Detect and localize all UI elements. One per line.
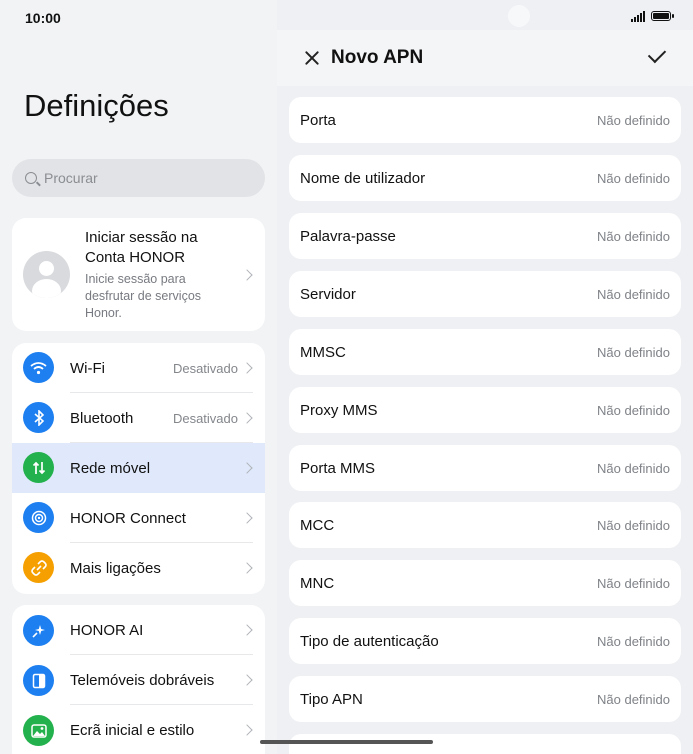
ai-sparkle-icon: [23, 615, 54, 646]
apn-field-label: Porta: [300, 111, 336, 129]
apn-field-label: Palavra-passe: [300, 227, 396, 245]
apn-field-value: Não definido: [597, 402, 670, 418]
settings-item-label: Telemóveis dobráveis: [70, 671, 215, 689]
settings-item-honor-ai[interactable]: HONOR AI: [12, 605, 265, 655]
settings-item-label: Ecrã inicial e estilo: [70, 721, 195, 739]
wifi-icon: [23, 352, 54, 383]
apn-field-value: Não definido: [597, 228, 670, 244]
search-input[interactable]: Procurar: [12, 159, 265, 197]
search-placeholder: Procurar: [44, 170, 98, 186]
apn-field-label: MCC: [300, 516, 335, 534]
apn-field-label: Proxy MMS: [300, 401, 378, 419]
settings-item-foldable-phones[interactable]: Telemóveis dobráveis: [12, 655, 265, 705]
apn-field-label: MMSC: [300, 343, 346, 361]
mobile-data-icon: [23, 452, 54, 483]
bluetooth-icon: [23, 402, 54, 433]
settings-item-label: Bluetooth: [70, 409, 134, 427]
settings-item-mobile-network[interactable]: Rede móvel: [12, 443, 265, 493]
apn-field-label: Servidor: [300, 285, 356, 303]
apn-field-value: Não definido: [597, 112, 670, 128]
apn-field-mmsc[interactable]: MMSC Não definido: [289, 329, 681, 375]
settings-item-label: Rede móvel: [70, 459, 151, 477]
status-time: 10:00: [25, 10, 61, 26]
signal-icon: [631, 10, 645, 22]
chevron-right-icon: [241, 412, 253, 424]
settings-item-wifi[interactable]: Wi-Fi Desativado: [12, 343, 265, 393]
apn-field-value: Não definido: [597, 517, 670, 533]
apn-field-value: Não definido: [597, 575, 670, 591]
apn-field-apn-type[interactable]: Tipo APN Não definido: [289, 676, 681, 722]
foldable-phone-icon: [23, 665, 54, 696]
settings-item-value: Desativado: [172, 360, 238, 376]
search-icon: [25, 172, 37, 184]
settings-item-label: HONOR Connect: [70, 509, 186, 527]
settings-item-label: Wi-Fi: [70, 359, 105, 377]
chevron-right-icon: [241, 462, 253, 474]
chevron-right-icon: [241, 362, 253, 374]
honor-connect-icon: [23, 502, 54, 533]
connectivity-group: Wi-Fi Desativado Bluetooth Desativado Re…: [12, 343, 265, 594]
chevron-right-icon: [241, 724, 253, 736]
settings-item-bluetooth[interactable]: Bluetooth Desativado: [12, 393, 265, 443]
apn-field-value: Não definido: [597, 286, 670, 302]
status-icons: [631, 10, 674, 22]
image-icon: [23, 715, 54, 746]
account-card[interactable]: Iniciar sessão na Conta HONOR Inicie ses…: [12, 218, 265, 331]
account-subtitle: Inicie sessão para desfrutar de serviços…: [85, 272, 202, 320]
battery-icon: [651, 11, 674, 21]
apn-field-partial[interactable]: [289, 734, 681, 754]
apn-field-port[interactable]: Porta Não definido: [289, 97, 681, 143]
apn-field-mms-port[interactable]: Porta MMS Não definido: [289, 445, 681, 491]
apn-field-label: Tipo de autenticação: [300, 632, 439, 650]
settings-item-more-connections[interactable]: Mais ligações: [12, 543, 265, 593]
home-indicator[interactable]: [260, 740, 433, 744]
account-title: Iniciar sessão na Conta HONOR: [85, 229, 198, 266]
apn-header: Novo APN: [277, 30, 693, 86]
link-icon: [23, 552, 54, 583]
apn-field-username[interactable]: Nome de utilizador Não definido: [289, 155, 681, 201]
chevron-right-icon: [241, 674, 253, 686]
chevron-right-icon: [241, 269, 253, 281]
apn-field-value: Não definido: [597, 633, 670, 649]
apn-field-label: Porta MMS: [300, 459, 376, 477]
apn-field-value: Não definido: [597, 460, 670, 476]
page-title: Definições: [24, 88, 169, 123]
apn-field-mms-proxy[interactable]: Proxy MMS Não definido: [289, 387, 681, 433]
apn-field-password[interactable]: Palavra-passe Não definido: [289, 213, 681, 259]
apn-pane: Novo APN Porta Não definido Nome de util…: [277, 0, 693, 754]
apn-field-mcc[interactable]: MCC Não definido: [289, 502, 681, 548]
checkmark-icon[interactable]: [647, 44, 667, 64]
apn-field-value: Não definido: [597, 170, 670, 186]
apn-field-auth-type[interactable]: Tipo de autenticação Não definido: [289, 618, 681, 664]
apn-field-value: Não definido: [597, 691, 670, 707]
settings-item-label: Mais ligações: [70, 559, 161, 577]
apn-field-mnc[interactable]: MNC Não definido: [289, 560, 681, 606]
chevron-right-icon: [241, 624, 253, 636]
settings-item-label: HONOR AI: [70, 621, 144, 639]
apn-field-server[interactable]: Servidor Não definido: [289, 271, 681, 317]
settings-item-home-screen[interactable]: Ecrã inicial e estilo: [12, 705, 265, 754]
apn-field-label: Nome de utilizador: [300, 169, 426, 187]
device-group: HONOR AI Telemóveis dobráveis Ecrã inici…: [12, 605, 265, 754]
settings-pane: 10:00 Definições Procurar Iniciar sessão…: [0, 0, 277, 754]
apn-field-label: Tipo APN: [300, 690, 363, 708]
close-icon[interactable]: [304, 50, 320, 66]
apn-field-label: MNC: [300, 574, 335, 592]
camera-cutout: [508, 5, 530, 27]
avatar: [23, 251, 70, 298]
apn-field-value: Não definido: [597, 344, 670, 360]
page-title: Novo APN: [331, 47, 424, 68]
settings-item-value: Desativado: [172, 410, 238, 426]
chevron-right-icon: [241, 512, 253, 524]
chevron-right-icon: [241, 562, 253, 574]
settings-item-honor-connect[interactable]: HONOR Connect: [12, 493, 265, 543]
